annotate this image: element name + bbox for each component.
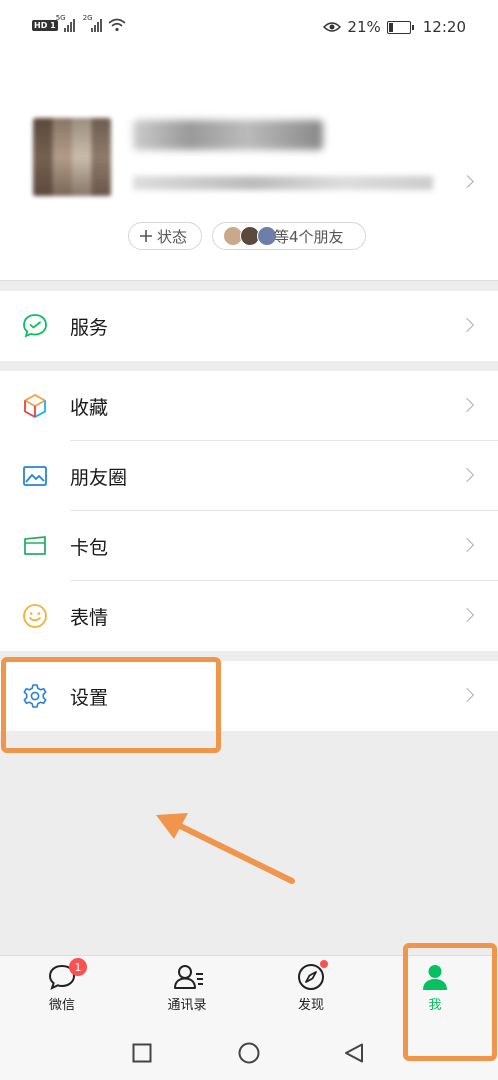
status-bar: HD 1 5G 2G 21% 12:20 bbox=[0, 0, 498, 56]
tab-label-contacts: 通讯录 bbox=[167, 998, 207, 1013]
chevron-right-icon bbox=[459, 317, 475, 333]
wifi-icon bbox=[108, 18, 126, 32]
status-right: 21% 12:20 bbox=[323, 18, 466, 36]
status-left: HD 1 5G 2G bbox=[32, 14, 126, 32]
tab-contacts[interactable]: 通讯录 bbox=[142, 962, 232, 1013]
chevron-right-icon bbox=[459, 467, 475, 483]
hd-voice-icon: HD 1 bbox=[32, 19, 58, 31]
services-group: 服务 bbox=[0, 291, 498, 361]
menu-label-services: 服务 bbox=[70, 316, 109, 339]
status-button-label: 状态 bbox=[157, 227, 188, 246]
signal-icon-1: 5G bbox=[56, 14, 75, 32]
menu-label-favorites: 收藏 bbox=[70, 396, 109, 419]
contacts-icon bbox=[172, 962, 203, 992]
chevron-right-icon bbox=[461, 175, 474, 188]
battery-percent: 21% bbox=[347, 18, 381, 36]
friends-button-label: 等4个朋友 bbox=[274, 227, 344, 246]
friends-status-button[interactable]: 等4个朋友 bbox=[212, 222, 366, 250]
menu-item-cards[interactable]: 卡包 bbox=[0, 511, 498, 581]
compass-icon bbox=[296, 960, 328, 992]
menu-item-moments[interactable]: 朋友圈 bbox=[0, 441, 498, 511]
tab-label-discover: 发现 bbox=[297, 998, 324, 1013]
back-icon[interactable] bbox=[344, 1043, 364, 1063]
menu-label-cards: 卡包 bbox=[70, 536, 109, 559]
chevron-right-icon bbox=[459, 607, 475, 623]
avatar[interactable] bbox=[33, 118, 111, 196]
network-type-1: 5G bbox=[55, 14, 66, 22]
network-type-2: 2G bbox=[82, 14, 93, 22]
profile-header[interactable]: 状态 等4个朋友 bbox=[0, 56, 498, 281]
settings-highlight-box bbox=[1, 657, 221, 753]
pointer-arrow bbox=[156, 813, 295, 884]
battery-icon bbox=[386, 20, 414, 34]
chat-bubble-icon: 1 bbox=[47, 958, 87, 992]
new-content-dot bbox=[320, 960, 328, 968]
nickname-redacted bbox=[133, 120, 323, 150]
favorites-cube-icon bbox=[24, 394, 46, 418]
plus-icon bbox=[140, 230, 152, 242]
signal-icon-2: 2G bbox=[83, 14, 102, 32]
tab-chats[interactable]: 1 微信 bbox=[17, 958, 107, 1013]
chevron-right-icon bbox=[459, 687, 475, 703]
chevron-right-icon bbox=[459, 397, 475, 413]
menu-item-services[interactable]: 服务 bbox=[0, 291, 498, 361]
clock: 12:20 bbox=[422, 18, 466, 36]
tab-discover[interactable]: 发现 bbox=[266, 960, 356, 1013]
menu-item-stickers[interactable]: 表情 bbox=[0, 581, 498, 651]
card-wallet-icon bbox=[24, 536, 46, 555]
services-icon bbox=[23, 314, 47, 338]
unread-badge: 1 bbox=[69, 958, 87, 976]
recent-apps-icon[interactable] bbox=[132, 1043, 152, 1063]
tab-label-chats: 微信 bbox=[48, 998, 75, 1013]
chevron-right-icon bbox=[459, 537, 475, 553]
menu-label-stickers: 表情 bbox=[70, 606, 109, 629]
eye-comfort-icon bbox=[323, 22, 342, 32]
menu-label-moments: 朋友圈 bbox=[70, 466, 128, 489]
smiley-icon bbox=[23, 604, 47, 628]
moments-picture-icon bbox=[23, 466, 47, 486]
features-group: 收藏 朋友圈 卡包 表情 bbox=[0, 371, 498, 651]
menu-item-favorites[interactable]: 收藏 bbox=[0, 371, 498, 441]
me-tab-highlight-box bbox=[403, 943, 497, 1061]
home-icon[interactable] bbox=[238, 1042, 260, 1064]
wechat-id-redacted bbox=[133, 176, 433, 190]
status-button[interactable]: 状态 bbox=[128, 222, 202, 250]
